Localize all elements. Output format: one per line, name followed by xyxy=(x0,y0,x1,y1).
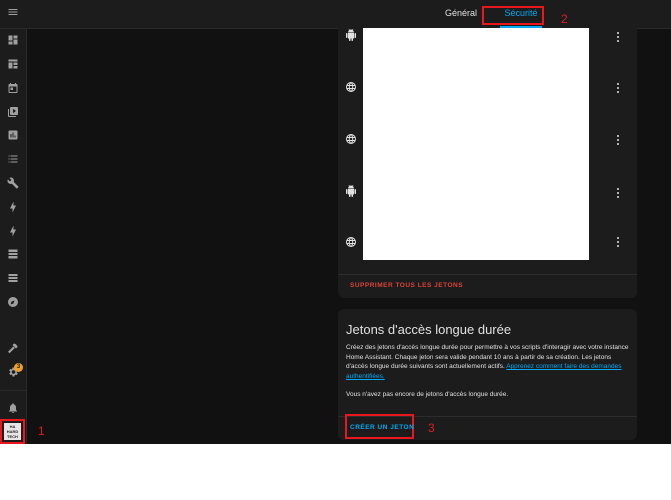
server-icon[interactable] xyxy=(0,267,26,289)
annotation-box-2 xyxy=(482,6,544,25)
annotation-number-1: 1 xyxy=(38,424,45,438)
token-list-blank-area xyxy=(363,28,589,260)
media-icon[interactable] xyxy=(0,101,26,123)
profile-button[interactable]: HA HARD TECH xyxy=(0,419,25,444)
android-icon xyxy=(345,28,359,42)
empty-state-text: Vous n'avez pas encore de jetons d'accès… xyxy=(346,391,509,398)
sidebar-divider xyxy=(0,390,26,391)
logbook-icon[interactable] xyxy=(0,148,26,170)
energy-panel-icon[interactable] xyxy=(0,53,26,75)
compass-icon[interactable] xyxy=(0,291,26,313)
card-divider xyxy=(338,274,637,275)
refresh-tokens-card: SUPPRIMER TOUS LES JETONS xyxy=(338,28,637,298)
menu-icon[interactable] xyxy=(0,1,26,23)
web-icon xyxy=(345,80,359,94)
more-menu-icon[interactable] xyxy=(615,235,621,249)
delete-all-tokens-button[interactable]: SUPPRIMER TOUS LES JETONS xyxy=(350,282,463,289)
lightning-icon[interactable] xyxy=(0,196,26,218)
more-menu-icon[interactable] xyxy=(615,81,621,95)
gear-icon[interactable]: 3 xyxy=(0,361,26,383)
top-bar: Général Sécurité xyxy=(26,0,671,29)
bell-icon[interactable] xyxy=(0,397,26,419)
history-icon[interactable] xyxy=(0,124,26,146)
app-shell: 3 HA HARD TECH Général Sécurité SUPPRIME… xyxy=(0,0,671,444)
card-title: Jetons d'accès longue durée xyxy=(346,322,512,337)
avatar: HA HARD TECH xyxy=(4,423,21,440)
more-menu-icon[interactable] xyxy=(615,186,621,200)
wrench-icon[interactable] xyxy=(0,172,26,194)
more-menu-icon[interactable] xyxy=(615,30,621,44)
annotation-number-2: 2 xyxy=(561,12,568,26)
hammer-icon[interactable] xyxy=(0,337,26,359)
more-menu-icon[interactable] xyxy=(615,133,621,147)
dashboard-icon[interactable] xyxy=(0,29,26,51)
sidebar: 3 HA HARD TECH xyxy=(0,0,27,444)
card-description: Créez des jetons d'accès longue durée po… xyxy=(346,343,631,381)
lightning-icon[interactable] xyxy=(0,220,26,242)
annotation-number-3: 3 xyxy=(428,421,435,435)
server-icon[interactable] xyxy=(0,243,26,265)
web-icon xyxy=(345,235,359,249)
tab-general[interactable]: Général xyxy=(445,0,477,28)
long-lived-tokens-card: Jetons d'accès longue durée Créez des je… xyxy=(338,309,637,440)
calendar-icon[interactable] xyxy=(0,77,26,99)
notification-badge: 3 xyxy=(14,363,23,372)
create-token-button[interactable]: CRÉER UN JETON xyxy=(350,424,414,431)
android-icon xyxy=(345,184,359,198)
web-icon xyxy=(345,132,359,146)
